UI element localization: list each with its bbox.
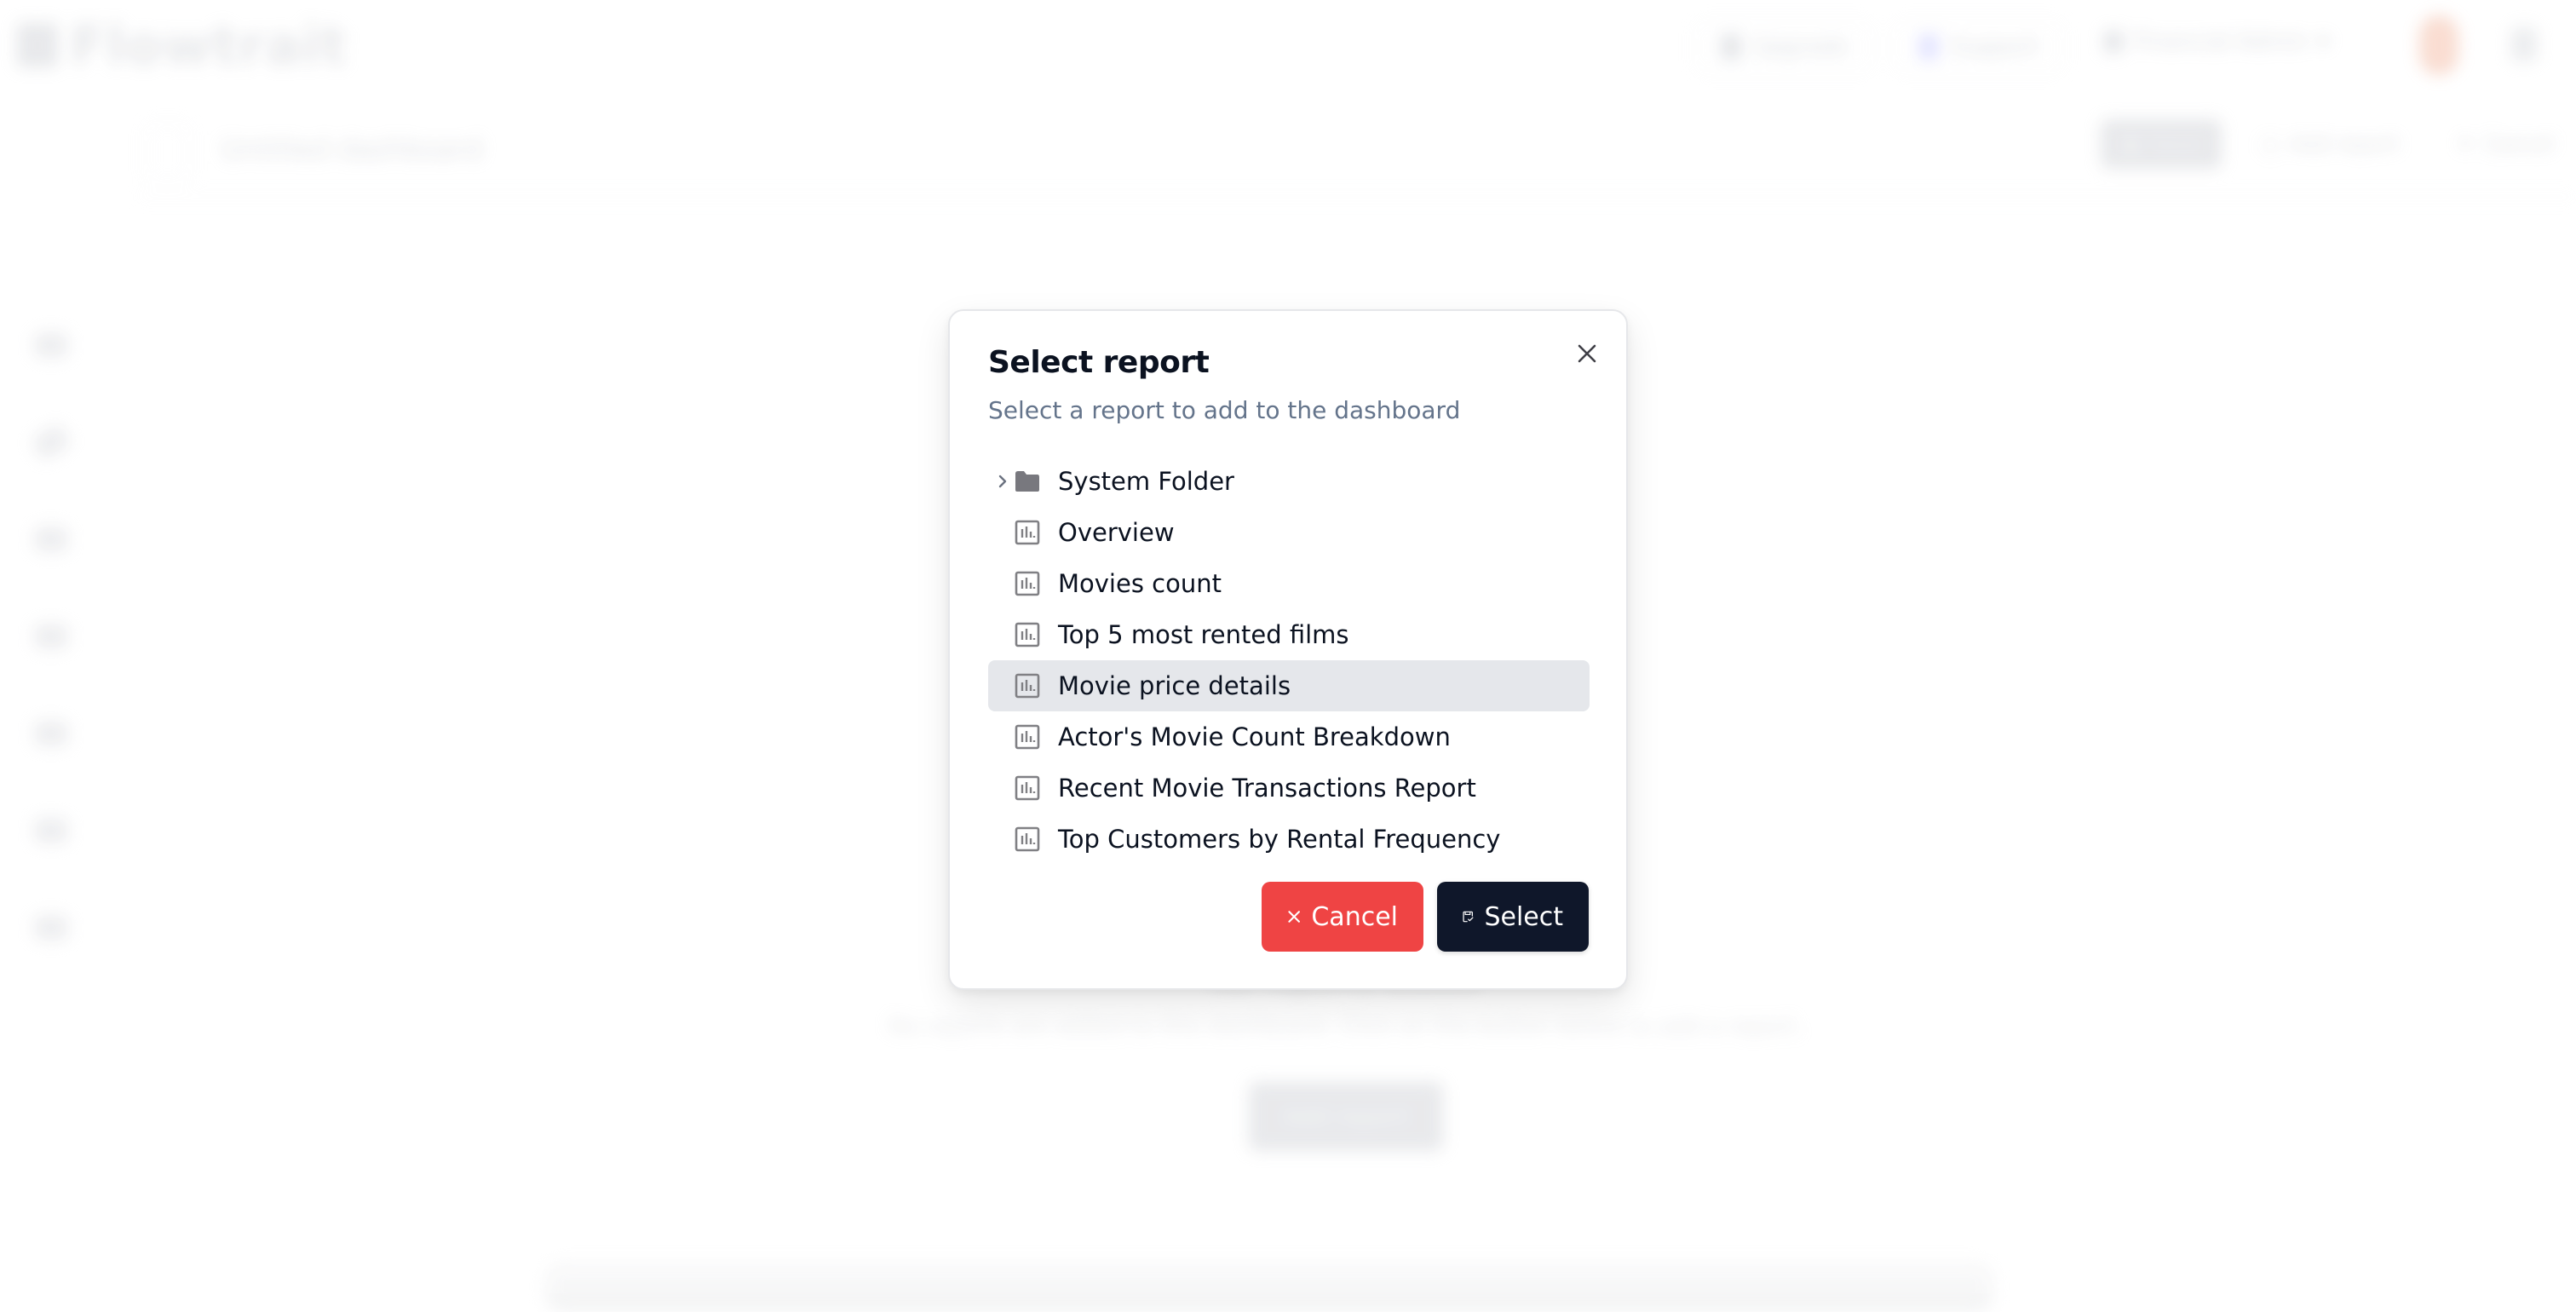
tree-report-item[interactable]: Recent Movie Transactions Report [988, 762, 1590, 814]
tree-report-item[interactable]: Top Customers by Rental Frequency [988, 814, 1590, 865]
dialog-actions: Cancel Select [1262, 882, 1589, 952]
tree-report-item[interactable]: Overview [988, 507, 1590, 558]
report-tree: System Folder Overview Movies count Top … [988, 456, 1590, 865]
tree-report-item-selected[interactable]: Movie price details [988, 660, 1590, 711]
report-chart-icon [1014, 826, 1041, 853]
file-check-icon [1463, 911, 1474, 923]
report-chart-icon [1014, 519, 1041, 546]
tree-item-label: Top 5 most rented films [1058, 620, 1349, 649]
report-chart-icon [1014, 570, 1041, 597]
report-chart-icon [1014, 621, 1041, 648]
select-report-dialog: Select report Select a report to add to … [948, 309, 1628, 990]
chevron-right-icon[interactable] [992, 473, 1014, 490]
tree-item-label: System Folder [1058, 467, 1234, 496]
tree-folder-system[interactable]: System Folder [988, 456, 1590, 507]
dialog-subtitle: Select a report to add to the dashboard [988, 396, 1461, 424]
tree-item-label: Overview [1058, 518, 1175, 547]
folder-icon [1014, 468, 1041, 495]
tree-report-item[interactable]: Movies count [988, 558, 1590, 609]
close-icon [1578, 344, 1596, 363]
cancel-label: Cancel [1311, 901, 1398, 932]
dialog-title: Select report [988, 345, 1210, 380]
report-chart-icon [1014, 672, 1041, 699]
report-chart-icon [1014, 774, 1041, 802]
select-label: Select [1484, 901, 1563, 932]
select-button[interactable]: Select [1437, 882, 1589, 952]
tree-item-label: Recent Movie Transactions Report [1058, 774, 1476, 803]
tree-item-label: Top Customers by Rental Frequency [1058, 825, 1501, 854]
cancel-button[interactable]: Cancel [1262, 882, 1423, 952]
tree-item-label: Movies count [1058, 569, 1222, 598]
tree-report-item[interactable]: Top 5 most rented films [988, 609, 1590, 660]
tree-item-label: Movie price details [1058, 671, 1291, 700]
report-chart-icon [1014, 723, 1041, 751]
close-icon [1288, 911, 1300, 923]
close-button[interactable] [1570, 337, 1604, 371]
tree-report-item[interactable]: Actor's Movie Count Breakdown [988, 711, 1590, 762]
tree-item-label: Actor's Movie Count Breakdown [1058, 722, 1451, 751]
